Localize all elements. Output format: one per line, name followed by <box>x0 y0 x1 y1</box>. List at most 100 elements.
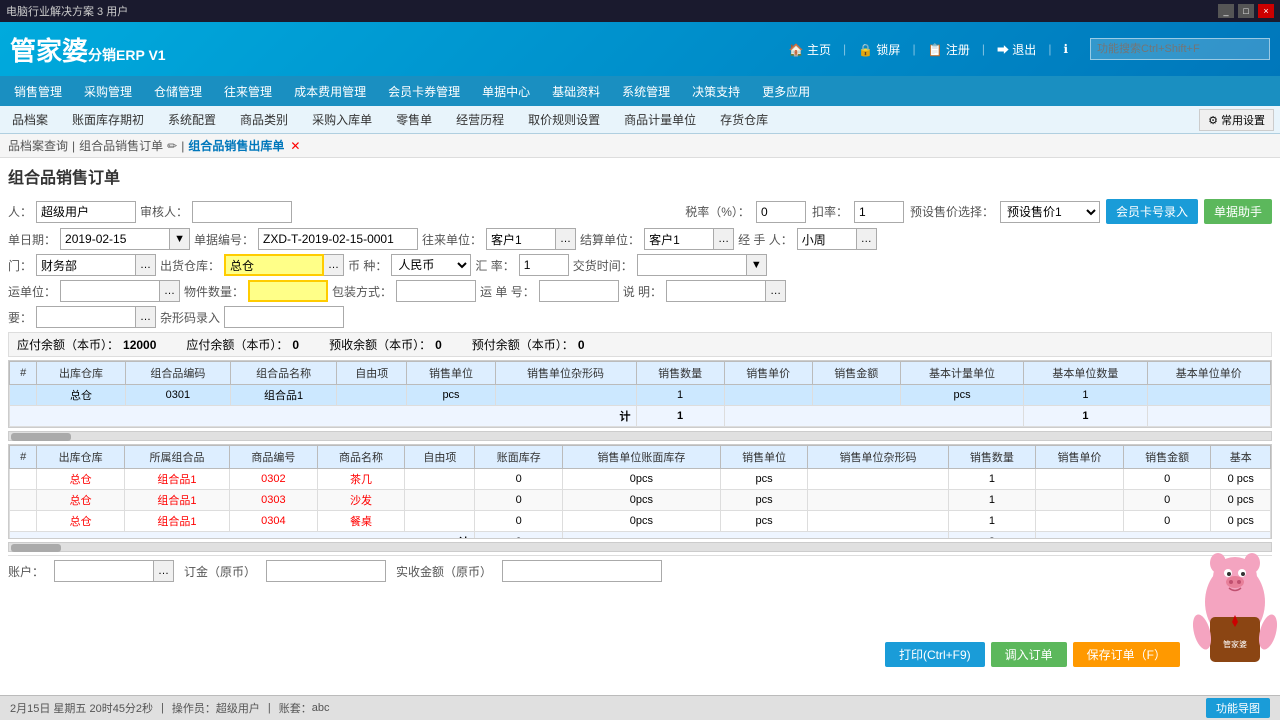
tool-config[interactable]: 系统配置 <box>162 109 222 130</box>
menu-decision[interactable]: 决策支持 <box>682 79 750 104</box>
th-free: 自由项 <box>336 362 406 385</box>
home-link[interactable]: 🏠 主页 <box>789 41 831 58</box>
barcode-input[interactable] <box>224 306 344 328</box>
tax-input[interactable] <box>756 201 806 223</box>
menu-system[interactable]: 系统管理 <box>612 79 680 104</box>
bottom-scroll-thumb[interactable] <box>11 544 61 552</box>
table-row[interactable]: 总仓 组合品1 0303 沙发 0 0pcs pcs 1 0 0 pcs <box>10 490 1271 511</box>
action-buttons: 打印(Ctrl+F9) 调入订单 保存订单（F） <box>885 642 1180 667</box>
currency-select[interactable]: 人民币 <box>391 254 471 276</box>
date-picker-btn[interactable]: ▼ <box>170 228 190 250</box>
exit-link[interactable]: ➡ 退出 <box>997 41 1036 58</box>
handler-picker-btn[interactable]: … <box>857 228 877 250</box>
warehouse-label: 出货仓库： <box>160 257 220 274</box>
menu-member[interactable]: 会员卡券管理 <box>378 79 470 104</box>
bottom-table-scrollbar[interactable] <box>8 542 1272 552</box>
tool-category[interactable]: 商品类别 <box>234 109 294 130</box>
tool-purchase-in[interactable]: 采购入库单 <box>306 109 378 130</box>
bth-free: 自由项 <box>405 446 475 469</box>
settle-input[interactable] <box>644 228 714 250</box>
customer-input[interactable] <box>54 560 154 582</box>
save-btn[interactable]: 保存订单（F） <box>1073 642 1180 667</box>
dept-picker-btn[interactable]: … <box>136 254 156 276</box>
order-no-label: 单据编号： <box>194 231 254 248</box>
menu-voucher[interactable]: 单据中心 <box>472 79 540 104</box>
breadcrumb-products[interactable]: 品档案查询 <box>8 137 68 154</box>
exchange-input[interactable] <box>519 254 569 276</box>
menu-transactions[interactable]: 往来管理 <box>214 79 282 104</box>
assist-btn[interactable]: 单据助手 <box>1204 199 1272 224</box>
user-input[interactable] <box>36 201 136 223</box>
receivable-label: 应付余额（本币）： <box>186 336 288 353</box>
tool-price-rules[interactable]: 取价规则设置 <box>522 109 606 130</box>
top-table: # 出库仓库 组合品编码 组合品名称 自由项 销售单位 销售单位杂形码 销售数量… <box>9 361 1271 427</box>
tool-account[interactable]: 账面库存期初 <box>66 109 150 130</box>
warehouse-picker-btn[interactable]: … <box>324 254 344 276</box>
table-row[interactable]: 总仓 组合品1 0304 餐桌 0 0pcs pcs 1 0 0 pcs <box>10 511 1271 532</box>
breadcrumb-combo-sales[interactable]: 组合品销售订单 <box>79 137 163 154</box>
lock-link[interactable]: 🔒 锁屏 <box>858 41 900 58</box>
actual-amount-input[interactable] <box>502 560 662 582</box>
note-input[interactable] <box>666 280 766 302</box>
menu-cost[interactable]: 成本费用管理 <box>284 79 376 104</box>
table-row[interactable]: 总仓 组合品1 0302 茶几 0 0pcs pcs 1 0 0 pcs <box>10 469 1271 490</box>
tool-products[interactable]: 品档案 <box>6 109 54 130</box>
note-picker-btn[interactable]: … <box>766 280 786 302</box>
handler-input[interactable] <box>797 228 857 250</box>
register-link[interactable]: 📋 注册 <box>928 41 970 58</box>
settle-picker-btn[interactable]: … <box>714 228 734 250</box>
trade-time-input[interactable] <box>637 254 747 276</box>
order-deposit-input[interactable] <box>266 560 386 582</box>
header-search-input[interactable] <box>1090 38 1270 60</box>
menu-more[interactable]: 更多应用 <box>752 79 820 104</box>
minimize-btn[interactable]: _ <box>1218 4 1234 18</box>
bottom-table-container: # 出库仓库 所属组合品 商品编号 商品名称 自由项 账面库存 销售单位账面库存… <box>8 444 1272 539</box>
price-select[interactable]: 预设售价1 <box>1000 201 1100 223</box>
import-btn[interactable]: 调入订单 <box>991 642 1067 667</box>
window-controls[interactable]: _ □ × <box>1218 4 1274 18</box>
bth-no: # <box>10 446 37 469</box>
settings-btn[interactable]: ⚙ 常用设置 <box>1199 109 1274 131</box>
tool-history[interactable]: 经营历程 <box>450 109 510 130</box>
bth-warehouse: 出库仓库 <box>37 446 125 469</box>
discount-input[interactable] <box>854 201 904 223</box>
footer-map-btn[interactable]: 功能导图 <box>1206 698 1270 718</box>
member-card-btn[interactable]: 会员卡号录入 <box>1106 199 1198 224</box>
th-sales-price: 销售单价 <box>724 362 812 385</box>
carrier-picker-btn[interactable]: … <box>160 280 180 302</box>
menu-purchase[interactable]: 采购管理 <box>74 79 142 104</box>
tool-inventory[interactable]: 存货仓库 <box>714 109 774 130</box>
close-btn[interactable]: × <box>1258 4 1274 18</box>
menu-sales[interactable]: 销售管理 <box>4 79 72 104</box>
trade-time-picker-btn[interactable]: ▼ <box>747 254 767 276</box>
carrier-input[interactable] <box>60 280 160 302</box>
menu-warehouse[interactable]: 仓储管理 <box>144 79 212 104</box>
tool-unit[interactable]: 商品计量单位 <box>618 109 702 130</box>
tool-retail[interactable]: 零售单 <box>390 109 438 130</box>
bth-base: 基本 <box>1211 446 1271 469</box>
customer-picker-btn[interactable]: … <box>154 560 174 582</box>
date-input[interactable] <box>60 228 170 250</box>
req-picker-btn[interactable]: … <box>136 306 156 328</box>
auditor-input[interactable] <box>192 201 292 223</box>
menu-basic[interactable]: 基础资料 <box>542 79 610 104</box>
table-row[interactable]: 总仓 0301 组合品1 pcs 1 pcs 1 <box>10 385 1271 406</box>
dept-input[interactable] <box>36 254 136 276</box>
req-input[interactable] <box>36 306 136 328</box>
package-input[interactable] <box>396 280 476 302</box>
scroll-thumb[interactable] <box>11 433 71 441</box>
items-count-input[interactable] <box>248 280 328 302</box>
top-table-scrollbar[interactable] <box>8 431 1272 441</box>
info-link[interactable]: ℹ <box>1063 42 1068 56</box>
breadcrumb-close[interactable]: ✕ <box>290 139 300 153</box>
waybill-input[interactable] <box>539 280 619 302</box>
mascot-image: 管家婆 <box>1190 547 1280 667</box>
warehouse-input[interactable] <box>224 254 324 276</box>
dest-picker-btn[interactable]: … <box>556 228 576 250</box>
dest-input[interactable] <box>486 228 556 250</box>
maximize-btn[interactable]: □ <box>1238 4 1254 18</box>
order-no-input[interactable] <box>258 228 418 250</box>
bth-combo: 所属组合品 <box>124 446 229 469</box>
print-btn[interactable]: 打印(Ctrl+F9) <box>885 642 985 667</box>
breadcrumb-current[interactable]: 组合品销售出库单 <box>188 137 284 154</box>
